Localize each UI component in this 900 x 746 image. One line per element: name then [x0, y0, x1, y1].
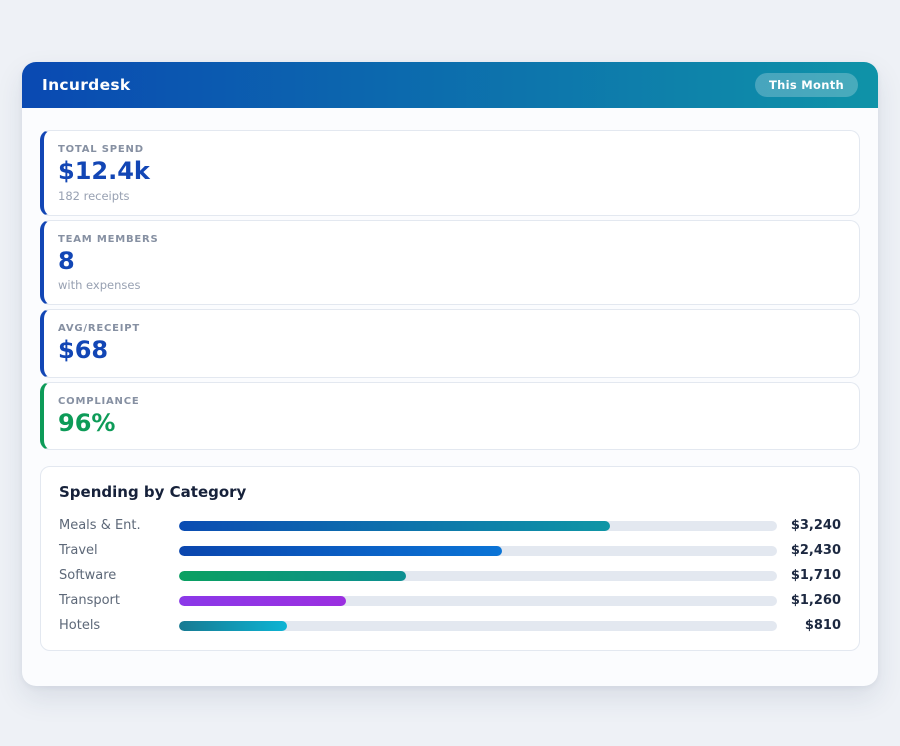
incurdesk-widget: Incurdesk This Month TOTAL SPEND $12.4k … [22, 62, 878, 686]
bar-track [179, 546, 777, 556]
bar-track [179, 621, 777, 631]
category-value: $3,240 [785, 518, 841, 533]
category-label: Travel [59, 543, 179, 558]
category-value: $2,430 [785, 543, 841, 558]
bar-track [179, 596, 777, 606]
category-value: $810 [785, 618, 841, 633]
stat-subtitle: with expenses [58, 278, 845, 292]
bar-fill [179, 596, 346, 606]
category-label: Transport [59, 593, 179, 608]
bar-track [179, 521, 777, 531]
spending-chart-card: Spending by Category Meals & Ent. $3,240… [40, 466, 860, 651]
app-header: Incurdesk This Month [22, 62, 878, 108]
chart-rows: Meals & Ent. $3,240 Travel $2,430 Softwa… [59, 513, 841, 638]
dashboard-content: TOTAL SPEND $12.4k 182 receipts TEAM MEM… [22, 108, 878, 651]
period-badge[interactable]: This Month [755, 73, 858, 97]
category-label: Software [59, 568, 179, 583]
chart-row: Meals & Ent. $3,240 [59, 513, 841, 538]
stats-list: TOTAL SPEND $12.4k 182 receipts TEAM MEM… [40, 130, 860, 450]
chart-row: Software $1,710 [59, 563, 841, 588]
stat-value: $68 [58, 337, 845, 365]
category-label: Meals & Ent. [59, 518, 179, 533]
chart-row: Travel $2,430 [59, 538, 841, 563]
category-label: Hotels [59, 618, 179, 633]
bar-fill [179, 621, 287, 631]
stat-label: COMPLIANCE [58, 396, 845, 407]
stat-label: AVG/RECEIPT [58, 323, 845, 334]
chart-title: Spending by Category [59, 483, 841, 501]
stat-value: $12.4k [58, 158, 845, 186]
chart-row: Transport $1,260 [59, 588, 841, 613]
app-title: Incurdesk [42, 76, 131, 94]
stat-label: TEAM MEMBERS [58, 234, 845, 245]
bar-fill [179, 571, 406, 581]
category-value: $1,260 [785, 593, 841, 608]
bar-track [179, 571, 777, 581]
stat-card: TEAM MEMBERS 8 with expenses [40, 220, 860, 306]
category-value: $1,710 [785, 568, 841, 583]
stat-card: COMPLIANCE 96% [40, 382, 860, 451]
stat-value: 8 [58, 248, 845, 276]
chart-row: Hotels $810 [59, 613, 841, 638]
stat-card: TOTAL SPEND $12.4k 182 receipts [40, 130, 860, 216]
stat-label: TOTAL SPEND [58, 144, 845, 155]
bar-fill [179, 521, 610, 531]
stat-value: 96% [58, 410, 845, 438]
stat-subtitle: 182 receipts [58, 189, 845, 203]
stat-card: AVG/RECEIPT $68 [40, 309, 860, 378]
bar-fill [179, 546, 502, 556]
